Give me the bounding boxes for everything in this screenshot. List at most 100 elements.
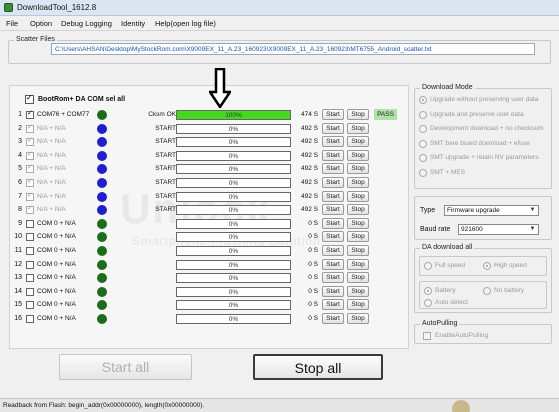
port-stop-button[interactable]: Stop	[347, 163, 369, 175]
port-start-button[interactable]: Start	[322, 204, 344, 216]
port-checkbox[interactable]	[26, 233, 34, 242]
port-result-badge	[374, 286, 397, 297]
port-checkbox[interactable]	[26, 219, 34, 228]
port-stop-button[interactable]: Stop	[347, 109, 369, 120]
stop-all-button[interactable]: Stop all	[253, 354, 383, 380]
menu-debug-logging[interactable]: Debug Logging	[61, 19, 112, 28]
port-progress-label: 0%	[228, 125, 239, 133]
port-start-button[interactable]: Start	[322, 285, 344, 297]
port-start-button[interactable]: Start	[322, 299, 344, 311]
port-number: 13	[14, 274, 22, 282]
menu-option[interactable]: Option	[30, 19, 52, 28]
high-speed-radio[interactable]	[483, 262, 491, 270]
port-checkbox[interactable]	[26, 150, 34, 160]
download-mode-radio[interactable]	[419, 96, 427, 104]
port-checkbox[interactable]	[26, 287, 34, 296]
port-progress-bar: 0%	[176, 191, 291, 202]
port-result-badge	[374, 204, 397, 215]
port-status-text: START	[155, 138, 176, 146]
port-start-button[interactable]: Start	[322, 258, 344, 270]
port-start-button[interactable]: Start	[322, 245, 344, 256]
download-mode-radio[interactable]	[419, 125, 427, 133]
menu-file[interactable]: File	[6, 19, 18, 28]
scatter-file-path[interactable]: C:\Users\AHSAN\Desktop\MyStockRom.com\X9…	[51, 43, 535, 55]
port-checkbox[interactable]	[26, 136, 34, 147]
down-arrow-icon	[209, 68, 231, 108]
port-stop-button[interactable]: Stop	[347, 313, 369, 324]
port-stop-button[interactable]: Stop	[347, 177, 369, 188]
start-all-button[interactable]: Start all	[59, 354, 192, 380]
port-start-button[interactable]: Start	[322, 136, 344, 148]
port-start-button[interactable]: Start	[322, 122, 344, 134]
port-stop-button[interactable]: Stop	[347, 190, 369, 202]
port-stop-button[interactable]: Stop	[347, 149, 369, 161]
port-stop-button[interactable]: Stop	[347, 258, 369, 270]
port-stop-button[interactable]: Stop	[347, 245, 369, 256]
baud-rate-label: Baud rate	[420, 226, 451, 233]
port-checkbox[interactable]	[26, 204, 34, 215]
port-status-indicator	[97, 110, 107, 120]
port-checkbox[interactable]	[26, 260, 34, 269]
port-checkbox[interactable]	[26, 163, 34, 174]
port-com-label: N/A + N/A	[37, 124, 66, 132]
download-mode-radio[interactable]	[419, 168, 427, 177]
port-row: 14 COM 0 + N/A 0% 0 S Start Stop	[14, 285, 404, 299]
port-start-button[interactable]: Start	[322, 272, 344, 284]
port-progress-label: 0%	[228, 207, 239, 215]
download-mode-radio[interactable]	[419, 154, 427, 162]
port-start-button[interactable]: Start	[322, 217, 344, 229]
port-status-text: START	[155, 165, 176, 173]
port-progress-bar: 100%	[176, 110, 291, 120]
port-checkbox[interactable]	[26, 315, 34, 323]
download-mode-radio[interactable]	[419, 139, 427, 148]
port-row: 5 N/A + N/A START 0% 492 S StartStop	[14, 163, 404, 176]
port-checkbox[interactable]	[26, 247, 34, 255]
port-stop-button[interactable]: Stop	[347, 272, 369, 284]
port-start-button[interactable]: Start	[322, 149, 344, 161]
port-checkbox[interactable]	[26, 191, 34, 201]
port-stop-button[interactable]: Stop	[347, 231, 369, 243]
port-checkbox[interactable]	[26, 301, 34, 310]
select-all-checkbox[interactable]	[25, 93, 34, 104]
port-checkbox[interactable]	[26, 177, 34, 187]
port-stop-button[interactable]: Stop	[347, 136, 369, 148]
port-start-button[interactable]: Start	[322, 109, 344, 120]
battery-radio[interactable]	[424, 287, 432, 295]
menu-identity[interactable]: Identity	[121, 19, 145, 28]
mouse-cursor-highlight	[452, 400, 470, 412]
download-mode-radio[interactable]	[419, 110, 427, 119]
port-progress-label: 0%	[228, 220, 239, 228]
port-stop-button[interactable]: Stop	[347, 299, 369, 311]
port-start-button[interactable]: Start	[322, 313, 344, 324]
auto-detect-radio[interactable]	[424, 299, 432, 307]
port-stop-button[interactable]: Stop	[347, 122, 369, 134]
port-result-badge	[374, 259, 397, 270]
port-start-button[interactable]: Start	[322, 163, 344, 175]
port-start-button[interactable]: Start	[322, 231, 344, 243]
download-mode-option-label: Upgrade without preserving user data	[430, 96, 539, 103]
port-start-button[interactable]: Start	[322, 190, 344, 202]
port-checkbox[interactable]	[26, 274, 34, 283]
port-stop-button[interactable]: Stop	[347, 204, 369, 216]
port-number: 14	[14, 287, 22, 295]
port-progress-label: 0%	[228, 288, 239, 296]
port-checkbox[interactable]	[26, 123, 34, 133]
port-row: 3 N/A + N/A START 0% 492 S StartStop	[14, 136, 404, 149]
enable-auto-pulling-checkbox[interactable]	[423, 332, 431, 340]
port-com-label: COM 0 + N/A	[37, 260, 76, 268]
port-number: 2	[18, 124, 22, 132]
full-speed-radio[interactable]	[424, 262, 432, 270]
port-stop-button[interactable]: Stop	[347, 285, 369, 297]
port-status-text: START	[155, 179, 176, 186]
type-select[interactable]: Firmware upgrade ▼	[444, 205, 539, 216]
baud-rate-select[interactable]: 921600 ▼	[458, 224, 539, 235]
port-elapsed-time: 0 S	[308, 274, 318, 282]
no-battery-radio[interactable]	[483, 287, 491, 295]
download-mode-legend: Download Mode	[420, 84, 475, 91]
port-status-indicator	[97, 300, 107, 311]
port-progress-label: 0%	[228, 302, 239, 310]
menu-help[interactable]: Help(open log file)	[155, 19, 216, 28]
port-stop-button[interactable]: Stop	[347, 217, 369, 229]
port-start-button[interactable]: Start	[322, 177, 344, 188]
port-checkbox[interactable]	[26, 109, 34, 119]
